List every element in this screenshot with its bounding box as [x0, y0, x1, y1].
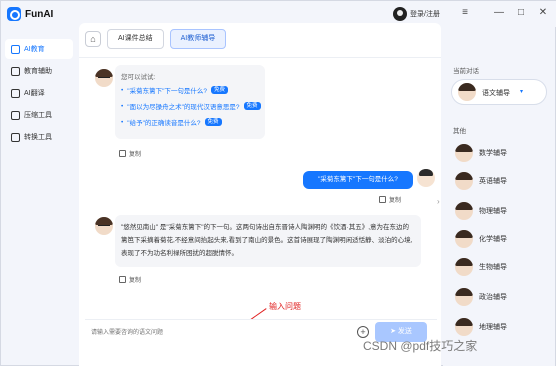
- question-input[interactable]: [91, 327, 331, 339]
- tutor-avatar: [455, 144, 473, 162]
- suggestion-text: "面以为尽操舟之术"的现代汉语意思是?: [127, 104, 240, 111]
- sidebar: AI教育 教育辅助 AI翻译 压缩工具 转换工具: [1, 27, 77, 366]
- teacher-avatar: [95, 217, 113, 235]
- maximize-icon[interactable]: □: [515, 7, 527, 19]
- copy-button[interactable]: 复制: [119, 149, 141, 158]
- tutor-name: 地理辅导: [479, 324, 507, 331]
- compress-icon: [11, 110, 20, 120]
- login-label: 登录/注册: [410, 11, 440, 18]
- sidebar-item-convert-tool[interactable]: 转换工具: [5, 127, 73, 147]
- tutor-item-english[interactable]: 英语辅导: [455, 171, 507, 191]
- education-icon: [11, 44, 20, 54]
- answer-text: "悠然见南山" 是"采菊东篱下"的下一句。这两句诗出自东晋诗人陶渊明的《饮酒·其…: [121, 224, 413, 257]
- copy-label: 复制: [129, 152, 142, 158]
- sidebar-item-ai-education[interactable]: AI教育: [5, 39, 73, 59]
- menu-icon[interactable]: ≡: [459, 7, 471, 19]
- teacher-avatar: [95, 69, 113, 87]
- tutor-avatar: [455, 172, 473, 190]
- sidebar-item-ai-translate[interactable]: AI翻译: [5, 83, 73, 103]
- tutor-avatar: [455, 318, 473, 336]
- tutor-name: 政治辅导: [479, 294, 507, 301]
- tutor-avatar: [455, 202, 473, 220]
- tab-ai-teacher-tutor[interactable]: AI教师辅导: [169, 29, 227, 49]
- copy-label: 复制: [389, 198, 402, 204]
- current-conversation-title: 当前对话: [453, 68, 479, 75]
- chat-panel: ⌂ AI课件总结 AI教师辅导 您可以试试: • "采菊东篱下"下一句是什么? …: [79, 23, 441, 366]
- annotation-label: 输入问题: [269, 302, 301, 311]
- user-avatar: [417, 169, 435, 187]
- convert-icon: [11, 132, 20, 142]
- sidebar-item-label: AI翻译: [24, 90, 45, 97]
- suggestion-text: "采菊东篱下"下一句是什么?: [127, 88, 208, 95]
- tutor-name: 物理辅导: [479, 208, 507, 215]
- copy-icon: [119, 276, 126, 283]
- free-badge: 免费: [211, 86, 229, 94]
- tutor-name: 英语辅导: [479, 178, 507, 185]
- tab-ai-courseware-summary[interactable]: AI课件总结: [107, 29, 164, 49]
- suggestion-item[interactable]: • "采菊东篱下"下一句是什么? 免费: [121, 85, 229, 95]
- suggestion-item[interactable]: • "给予"的正确读音是什么? 免费: [121, 117, 222, 127]
- chevron-right-icon[interactable]: ›: [437, 197, 440, 206]
- sidebar-item-label: 转换工具: [24, 134, 52, 141]
- book-icon: [11, 66, 20, 76]
- suggestion-item[interactable]: • "面以为尽操舟之术"的现代汉语意思是? 免费: [121, 101, 261, 111]
- send-label: 发送: [397, 328, 412, 335]
- sidebar-item-label: 教育辅助: [24, 68, 52, 75]
- suggestion-bubble: 您可以试试: • "采菊东篱下"下一句是什么? 免费 • "面以为尽操舟之术"的…: [115, 65, 265, 139]
- tutor-avatar: [455, 258, 473, 276]
- tutor-panel: 当前对话 语文辅导 ▾ 其他 数学辅导 英语辅导 物理辅导 化学辅导 生物辅导: [443, 51, 555, 366]
- try-title: 您可以试试:: [121, 74, 156, 81]
- sidebar-item-label: AI教育: [24, 46, 45, 53]
- tab-bar: ⌂ AI课件总结 AI教师辅导: [85, 29, 227, 49]
- chevron-down-icon: ▾: [520, 89, 524, 95]
- app-name: FunAI: [25, 8, 54, 20]
- tutor-avatar: [455, 288, 473, 306]
- free-badge: 免费: [204, 118, 222, 126]
- suggestion-text: "给予"的正确读音是什么?: [127, 120, 201, 127]
- tutor-item-geography[interactable]: 地理辅导: [455, 317, 507, 337]
- minimize-icon[interactable]: —: [493, 7, 505, 19]
- copy-button[interactable]: 复制: [379, 195, 401, 204]
- translate-icon: [11, 88, 20, 98]
- copy-icon: [379, 196, 386, 203]
- tutor-name: 数学辅导: [479, 150, 507, 157]
- tutor-avatar: [458, 83, 476, 101]
- tutor-item-math[interactable]: 数学辅导: [455, 143, 507, 163]
- funai-logo-icon: [7, 7, 21, 21]
- tutor-name: 生物辅导: [479, 264, 507, 271]
- home-icon[interactable]: ⌂: [85, 31, 101, 47]
- sidebar-item-education-assist[interactable]: 教育辅助: [5, 61, 73, 81]
- current-tutor-selector[interactable]: 语文辅导 ▾: [451, 79, 547, 105]
- divider: [79, 57, 441, 58]
- app-logo: FunAI: [7, 7, 53, 21]
- free-badge: 免费: [243, 102, 261, 110]
- watermark: CSDN @pdf技巧之家: [363, 339, 478, 353]
- user-message: "采菊东篱下"下一句是什么?: [303, 171, 413, 189]
- login-button[interactable]: 登录/注册: [393, 6, 440, 22]
- others-title: 其他: [453, 128, 466, 135]
- sidebar-item-label: 压缩工具: [24, 112, 52, 119]
- copy-icon: [119, 150, 126, 157]
- tutor-item-politics[interactable]: 政治辅导: [455, 287, 507, 307]
- copy-button[interactable]: 复制: [119, 275, 141, 284]
- app-window: FunAI 登录/注册 ≡ — □ ✕ AI教育 教育辅助 AI翻译 压缩工具: [0, 0, 556, 366]
- current-tutor-label: 语文辅导: [482, 90, 510, 97]
- sidebar-item-compress-tool[interactable]: 压缩工具: [5, 105, 73, 125]
- tutor-avatar: [455, 230, 473, 248]
- tutor-item-biology[interactable]: 生物辅导: [455, 257, 507, 277]
- tutor-name: 化学辅导: [479, 236, 507, 243]
- tutor-item-physics[interactable]: 物理辅导: [455, 201, 507, 221]
- answer-bubble: "悠然见南山" 是"采菊东篱下"的下一句。这两句诗出自东晋诗人陶渊明的《饮酒·其…: [115, 215, 421, 267]
- close-icon[interactable]: ✕: [537, 7, 549, 19]
- tutor-item-chemistry[interactable]: 化学辅导: [455, 229, 507, 249]
- copy-label: 复制: [129, 278, 142, 284]
- user-avatar-icon: [393, 7, 407, 21]
